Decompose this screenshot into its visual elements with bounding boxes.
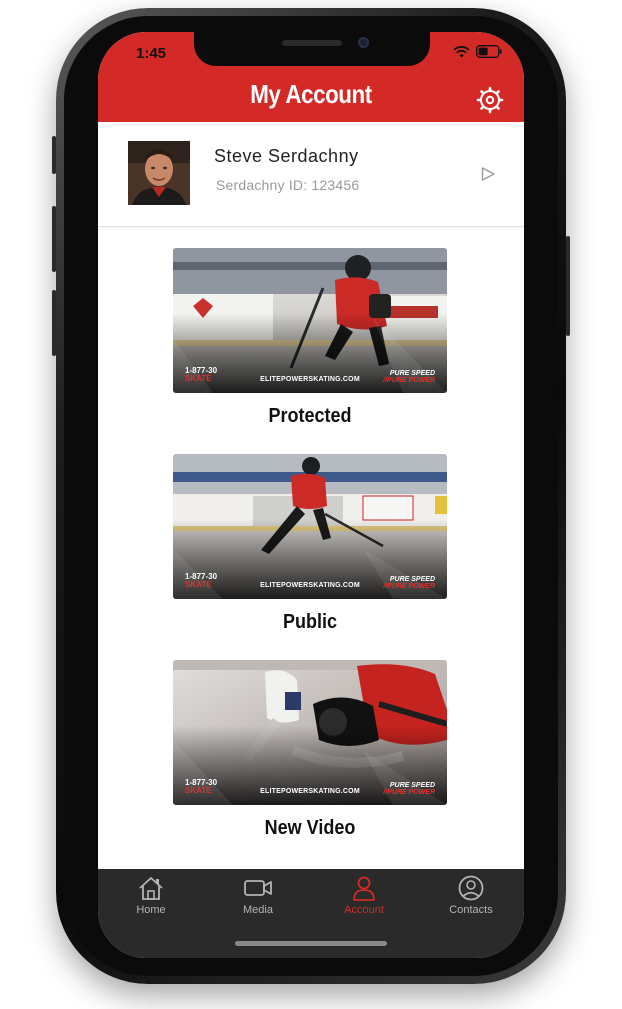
profile-id: Serdachny ID: 123456 (216, 177, 360, 193)
tab-media[interactable]: Media (205, 875, 311, 925)
volume-up-button (52, 206, 56, 272)
tab-label: Media (243, 904, 273, 916)
thumb-brand-right: PURE SPEED //PURE POWER (383, 370, 435, 384)
category-card-protected[interactable]: 1-877-30 SKATE ELITEPOWERSKATING.COM PUR… (173, 248, 447, 428)
category-label: New Video (264, 817, 356, 839)
tab-label: Account (344, 904, 384, 916)
tab-account[interactable]: Account (311, 875, 417, 925)
page-title: My Account (250, 79, 372, 109)
profile-name: Steve Serdachny (214, 146, 359, 166)
thumb-speed-text: PURE SPEED (389, 370, 435, 377)
thumb-brand-right: PURE SPEED //PURE POWER (383, 782, 435, 796)
thumb-brand-right: PURE SPEED //PURE POWER (383, 576, 435, 590)
wifi-icon (453, 45, 470, 57)
power-button (566, 236, 570, 336)
tab-label: Contacts (449, 904, 493, 916)
category-thumbnail: 1-877-30 SKATE ELITEPOWERSKATING.COM PUR… (173, 248, 447, 393)
status-icons (453, 45, 502, 58)
category-label: Public (282, 611, 337, 633)
category-label: Protected (268, 405, 352, 427)
speaker-grille (282, 40, 342, 46)
thumb-speed-text: PURE SPEED (389, 782, 435, 789)
tab-label: Home (136, 904, 166, 916)
profile-card[interactable]: Steve Serdachny Serdachny ID: 123456 (98, 122, 524, 227)
home-indicator[interactable] (235, 941, 387, 946)
app-screen: 1:45 My Account Steve Serdachny Serdachn… (98, 32, 524, 958)
status-time: 1:45 (136, 45, 167, 62)
front-camera (358, 37, 369, 48)
app-header: 1:45 My Account (98, 32, 524, 122)
home-icon (139, 877, 163, 900)
tab-home[interactable]: Home (98, 875, 204, 925)
thumb-power-text: //PURE POWER (383, 583, 435, 590)
category-thumbnail: 1-877-30 SKATE ELITEPOWERSKATING.COM PUR… (173, 454, 447, 599)
device-notch (194, 32, 430, 66)
thumb-power-text: //PURE POWER (383, 377, 435, 384)
contacts-icon (458, 875, 484, 901)
category-thumbnail: 1-877-30 SKATE ELITEPOWERSKATING.COM PUR… (173, 660, 447, 805)
tab-contacts[interactable]: Contacts (418, 875, 524, 925)
category-card-new-video[interactable]: 1-877-30 SKATE ELITEPOWERSKATING.COM PUR… (173, 660, 447, 840)
play-arrow-icon[interactable] (480, 166, 496, 182)
category-card-public[interactable]: 1-877-30 SKATE ELITEPOWERSKATING.COM PUR… (173, 454, 447, 634)
battery-icon (476, 45, 502, 58)
silent-switch (52, 136, 56, 174)
thumb-power-text: //PURE POWER (383, 789, 435, 796)
person-icon (353, 876, 375, 901)
thumb-speed-text: PURE SPEED (389, 576, 435, 583)
video-camera-icon (244, 880, 272, 896)
volume-down-button (52, 290, 56, 356)
gear-icon[interactable] (476, 86, 504, 114)
avatar (128, 141, 190, 205)
